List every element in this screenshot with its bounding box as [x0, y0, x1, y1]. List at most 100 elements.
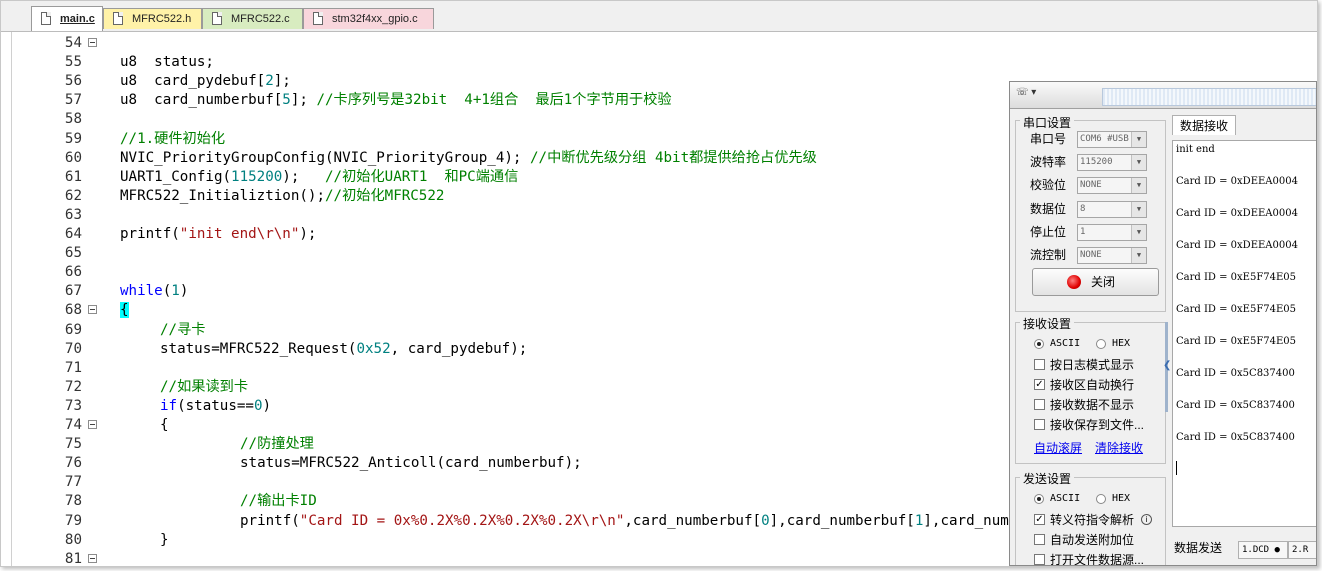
code-text: while(1): [120, 282, 188, 301]
chevron-down-icon[interactable]: ▼: [1131, 248, 1146, 263]
chevron-down-icon[interactable]: ▼: [1131, 224, 1146, 240]
code-token: (: [162, 283, 172, 300]
option-checkbox[interactable]: [1034, 359, 1045, 370]
line-number: 59: [64, 130, 82, 147]
close-port-button[interactable]: 关闭: [1032, 268, 1159, 296]
code-token: NVIC_PriorityGroupConfig(NVIC_PriorityGr…: [120, 149, 530, 166]
code-token: u8 card_pydebuf[: [120, 73, 266, 90]
code-token: if: [160, 397, 178, 414]
send-hex-radio[interactable]: [1096, 494, 1106, 504]
field-label: 波特率: [1030, 155, 1067, 170]
select-value: COM6 #USB: [1080, 134, 1129, 144]
code-token: //防撞处理: [240, 436, 314, 453]
line-number: 81: [64, 550, 82, 567]
code-token: status=MFRC522_Anticoll(card_numberbuf);: [240, 455, 582, 472]
code-token: //中断优先级分组 4bit都提供给抢占优先级: [530, 149, 817, 166]
receive-settings-title: 接收设置: [1020, 315, 1075, 332]
field-label: 串口号: [1030, 132, 1067, 146]
menu-icon[interactable]: ☏ ▾: [1016, 87, 1052, 103]
chevron-down-icon[interactable]: ▼: [1131, 132, 1146, 147]
collapse-arrow-icon[interactable]: ❮: [1163, 360, 1171, 371]
option-checkbox[interactable]: [1034, 534, 1045, 545]
line-number: 66: [64, 264, 82, 281]
option-checkbox[interactable]: [1034, 554, 1045, 565]
received-line: Card ID = 0xE5F74E05: [1176, 304, 1297, 315]
code-token: u8 status;: [120, 54, 214, 71]
code-token: status=MFRC522_Request(: [160, 340, 357, 357]
tab-data-send[interactable]: 数据发送: [1174, 539, 1222, 556]
recv-ascii-radio[interactable]: [1034, 339, 1044, 349]
field-select[interactable]: 8 ▼: [1077, 200, 1147, 218]
code-token: {: [120, 302, 129, 319]
tab-stm32f4xx-gpio-c[interactable]: stm32f4xx_gpio.c: [303, 8, 434, 29]
received-line: Card ID = 0x5C837400: [1176, 432, 1295, 443]
code-token: //初始化UART1 和PC端通信: [325, 168, 519, 185]
code-token: ];: [273, 73, 291, 90]
field-select[interactable]: COM6 #USB ▼: [1077, 131, 1147, 148]
line-number: 61: [64, 168, 82, 185]
chevron-down-icon[interactable]: ▼: [1131, 201, 1146, 217]
auto-scroll-link[interactable]: 自动滚屏: [1034, 439, 1082, 456]
code-token: while: [120, 283, 163, 300]
code-token: //初始化MFRC522: [325, 187, 445, 204]
status-dcd: 1.DCD ●: [1238, 541, 1288, 559]
code-text: {: [120, 301, 129, 320]
code-token: (status==: [177, 397, 254, 414]
option-checkbox[interactable]: ✓: [1034, 514, 1045, 525]
field-select[interactable]: 1 ▼: [1077, 223, 1147, 241]
fold-toggle-icon[interactable]: [88, 420, 97, 429]
file-icon: [113, 12, 123, 25]
code-text: u8 card_pydebuf[2];: [120, 72, 291, 91]
text-caret: [1176, 461, 1177, 475]
send-ascii-label: ASCII: [1050, 493, 1081, 504]
line-number: 71: [64, 359, 82, 376]
code-token: //如果读到卡: [160, 378, 249, 395]
tab-data-receive[interactable]: 数据接收: [1172, 115, 1236, 135]
code-text: MFRC522_Initializtion();//初始化MFRC522: [120, 187, 444, 206]
chevron-down-icon[interactable]: ▼: [1131, 155, 1146, 171]
field-select[interactable]: 115200 ▼: [1077, 154, 1147, 172]
code-token: 0x52: [356, 340, 391, 357]
chevron-down-icon[interactable]: ▼: [1131, 178, 1146, 194]
tab-mfrc522-h[interactable]: MFRC522.h: [103, 8, 202, 29]
code-text: printf("Card ID = 0x%0.2X%0.2X%0.2X%0.2X…: [240, 512, 1086, 531]
option-checkbox[interactable]: [1034, 419, 1045, 430]
code-token: "init end\r\n": [179, 226, 300, 242]
panel-splitter[interactable]: ❮: [1163, 322, 1171, 412]
send-hex-label: HEX: [1112, 493, 1131, 504]
code-text: //寻卡: [160, 321, 205, 340]
line-number: 56: [64, 73, 82, 90]
code-token: );: [282, 168, 326, 185]
received-line: Card ID = 0x5C837400: [1176, 368, 1295, 379]
field-label: 数据位: [1030, 201, 1067, 216]
code-token: 1: [171, 283, 180, 300]
line-number: 62: [64, 187, 82, 204]
info-icon[interactable]: i: [1141, 514, 1152, 525]
fold-toggle-icon[interactable]: [88, 553, 97, 563]
recv-hex-radio[interactable]: [1096, 339, 1106, 349]
code-token: ): [262, 397, 272, 414]
tab-main-c[interactable]: main.c: [31, 6, 103, 31]
clear-receive-link[interactable]: 清除接收: [1095, 439, 1143, 456]
field-select[interactable]: NONE ▼: [1077, 247, 1147, 264]
ide-window: main.c MFRC522.h MFRC522.c stm32f4xx_gpi…: [0, 0, 1318, 567]
serial-toolbar: ☏ ▾: [1010, 82, 1316, 109]
code-token: printf(: [240, 512, 300, 529]
field-select[interactable]: NONE ▼: [1077, 177, 1147, 195]
receive-panel: 数据接收 init end Card ID = 0xDEEA0004 Card ID…: [1172, 109, 1316, 565]
code-text: printf("init end\r\n");: [120, 225, 316, 244]
send-ascii-radio[interactable]: [1034, 494, 1044, 504]
tab-mfrc522-c[interactable]: MFRC522.c: [202, 8, 303, 29]
code-line[interactable]: 54: [12, 34, 1312, 53]
file-tab-bar: main.c MFRC522.h MFRC522.c stm32f4xx_gpi…: [1, 1, 1317, 32]
file-icon: [212, 12, 222, 25]
fold-toggle-icon[interactable]: [88, 38, 97, 47]
received-line: Card ID = 0xE5F74E05: [1176, 336, 1297, 347]
led-icon: [1067, 275, 1081, 289]
fold-toggle-icon[interactable]: [88, 305, 97, 315]
receive-textarea[interactable]: init end Card ID = 0xDEEA0004 Card ID = 0x…: [1172, 140, 1316, 527]
option-checkbox[interactable]: [1034, 399, 1045, 410]
code-token: MFRC522_Initializtion();: [120, 187, 325, 204]
option-checkbox[interactable]: ✓: [1034, 379, 1045, 390]
code-line[interactable]: 55 u8 status;: [12, 53, 1312, 72]
